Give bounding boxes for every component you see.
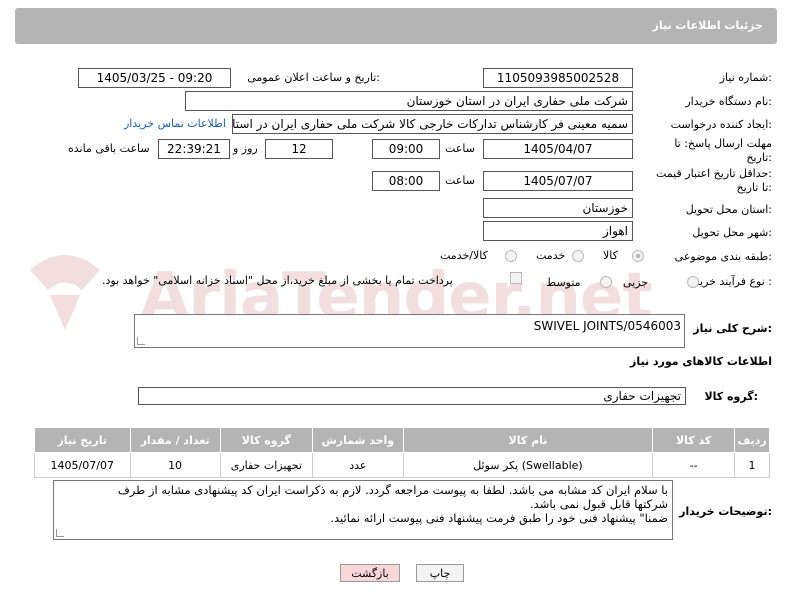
cell-goods-group: تجهیزات حفاری	[219, 452, 313, 478]
resize-handle-icon[interactable]	[56, 529, 64, 537]
summary-text: SWIVEL JOINTS/0546003	[533, 319, 681, 333]
need-number-field: 1105093985002528	[483, 68, 633, 88]
goods-group-field: تجهیزات حفاری	[138, 387, 686, 405]
price-validity-label-1: حداقل تاریخ اعتبار قیمت:	[656, 167, 772, 180]
cell-need-date: 1405/07/07	[34, 452, 131, 478]
col-goods-code: کد کالا	[652, 427, 736, 453]
category-service-radio[interactable]	[572, 250, 584, 262]
remaining-time-field: 22:39:21	[158, 139, 230, 159]
goods-group-label: گروه کالا:	[704, 390, 758, 403]
col-need-date: تاریخ نیاز	[34, 427, 131, 453]
goods-section-title: اطلاعات کالاهای مورد نیاز	[630, 355, 772, 368]
remaining-label: ساعت باقی مانده	[68, 142, 150, 155]
treasury-payment-note: پرداخت تمام یا بخشی از مبلغ خرید،از محل …	[102, 274, 453, 287]
page-title: جزئیات اطلاعات نیاز	[652, 19, 764, 32]
buyer-notes-textarea[interactable]: با سلام ایران کد مشابه می باشد. لطفا به …	[53, 480, 673, 540]
price-validity-date-field: 1405/07/07	[483, 171, 633, 191]
cell-row-number: 1	[734, 452, 770, 478]
category-goods-label: کالا	[603, 249, 618, 262]
cell-unit: عدد	[311, 452, 404, 478]
col-row-number: ردیف	[734, 427, 770, 453]
summary-label: شرح کلی نیاز:	[693, 322, 772, 335]
col-quantity: تعداد / مقدار	[129, 427, 221, 453]
watermark-logo-icon	[30, 255, 100, 330]
process-minor-label: جزیی	[623, 276, 649, 289]
buyer-notes-line-3: ضمنا" پیشنهاد فنی خود را طبق فرمت پیشنها…	[330, 511, 668, 525]
page-header: جزئیات اطلاعات نیاز	[15, 8, 777, 44]
announce-field: 1405/03/25 - 09:20	[78, 68, 231, 88]
process-medium-radio[interactable]	[600, 276, 612, 288]
creator-field: سمیه معینی فر کارشناس تدارکات خارجی کالا…	[232, 114, 633, 134]
cell-quantity: 10	[129, 452, 221, 478]
process-minor-radio[interactable]	[687, 276, 699, 288]
days-label: روز و	[233, 142, 258, 155]
category-both-radio[interactable]	[505, 250, 517, 262]
process-medium-label: متوسط	[546, 276, 581, 289]
goods-table: تاریخ نیاز تعداد / مقدار گروه کالا واحد …	[34, 427, 770, 478]
resize-handle-icon[interactable]	[137, 337, 145, 345]
price-validity-label-2: تا تاریخ:	[736, 181, 772, 194]
category-both-label: کالا/خدمت	[440, 249, 488, 262]
process-label: نوع فرآیند خرید :	[694, 275, 772, 288]
buyer-notes-label: توضیحات خریدار:	[679, 505, 772, 518]
col-goods-group: گروه کالا	[219, 427, 313, 453]
buyer-org-label: نام دستگاه خریدار:	[685, 95, 772, 108]
back-button[interactable]: بازگشت	[340, 564, 400, 582]
deadline-label-1: مهلت ارسال پاسخ: تا	[674, 137, 772, 150]
category-service-label: خدمت	[536, 249, 566, 262]
category-goods-radio[interactable]	[632, 250, 644, 262]
category-label: طبقه بندی موضوعی:	[674, 250, 772, 263]
province-field: خوزستان	[483, 198, 633, 218]
buyer-notes-line-2: شرکتها قابل قبول نمی باشد.	[530, 497, 668, 511]
price-validity-time-field: 08:00	[372, 171, 440, 191]
announce-label: تاریخ و ساعت اعلان عمومی:	[247, 71, 380, 84]
col-goods-name: نام کالا	[402, 427, 654, 453]
deadline-time-label: ساعت	[445, 142, 475, 155]
province-label: استان محل تحویل:	[685, 203, 772, 216]
buyer-org-field: شرکت ملی حفاری ایران در استان خوزستان	[185, 91, 633, 111]
need-number-label: شماره نیاز:	[719, 71, 772, 84]
price-validity-time-label: ساعت	[445, 174, 475, 187]
table-row: 1405/07/07 10 تجهیزات حفاری عدد پکر سوئل…	[34, 452, 770, 478]
table-header-row: تاریخ نیاز تعداد / مقدار گروه کالا واحد …	[34, 427, 770, 453]
cell-goods-code: --	[652, 452, 736, 478]
creator-label: ایجاد کننده درخواست:	[670, 118, 772, 131]
print-button[interactable]: چاپ	[416, 564, 464, 582]
buyer-notes-line-1: با سلام ایران کد مشابه می باشد. لطفا به …	[117, 483, 668, 497]
deadline-time-field: 09:00	[372, 139, 440, 159]
col-unit: واحد شمارش	[311, 427, 404, 453]
days-field: 12	[265, 139, 333, 159]
treasury-payment-checkbox[interactable]	[510, 272, 522, 284]
city-field: اهواز	[483, 221, 633, 241]
deadline-date-field: 1405/04/07	[483, 139, 633, 159]
city-label: شهر محل تحویل:	[692, 226, 772, 239]
deadline-label-2: تاریخ:	[746, 151, 772, 164]
cell-goods-name: پکر سوئل (Swellable)	[402, 452, 654, 478]
summary-textarea[interactable]: SWIVEL JOINTS/0546003	[134, 314, 685, 348]
buyer-contact-link[interactable]: اطلاعات تماس خریدار	[124, 117, 226, 130]
